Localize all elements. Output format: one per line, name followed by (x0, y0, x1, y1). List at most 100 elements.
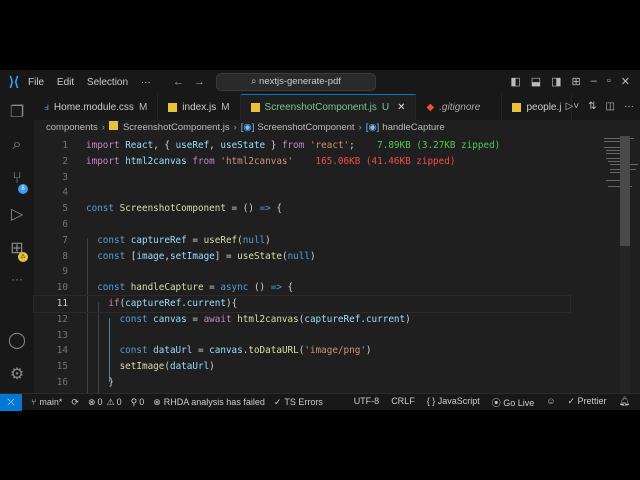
line-number: 2 (34, 154, 68, 170)
breadcrumb-symbol[interactable]: ScreenshotComponent (257, 122, 354, 133)
code-token: const (86, 251, 131, 262)
code-line[interactable]: 8 const [image,setImage] = useState(null… (34, 249, 570, 265)
code-line[interactable]: 15 setImage(dataUrl) (34, 359, 570, 375)
tab-label: ScreenshotComponent.js (265, 102, 377, 113)
source-control-icon[interactable]: ⑂ (0, 170, 34, 188)
errors-count[interactable]: 0 (98, 397, 103, 407)
toggle-sidebar-icon[interactable]: ◧ (510, 75, 520, 88)
code-line[interactable]: 1import React, { useRef, useState } from… (34, 138, 570, 154)
account-icon[interactable]: ◯ (0, 330, 34, 350)
chevron-right-icon: › (102, 122, 105, 133)
notifications-bell-icon[interactable]: 🔔︎ (619, 396, 630, 409)
close-window-button[interactable]: ✕ (621, 75, 630, 88)
tab-label: Home.module.css (54, 102, 134, 113)
go-live-button[interactable]: ⦿ Go Live (492, 396, 535, 409)
settings-gear-icon[interactable]: ⚙ (0, 364, 34, 384)
chevron-right-icon: › (359, 122, 362, 133)
split-editor-icon[interactable]: ◫ (606, 101, 615, 112)
scrollbar-thumb[interactable] (620, 136, 630, 246)
tab-index-js[interactable]: index.js M (158, 94, 240, 120)
branch-name[interactable]: main* (39, 397, 62, 407)
close-tab-icon[interactable]: ✕ (397, 102, 405, 113)
variable-symbol-icon: [◉] (241, 122, 255, 133)
code-token: { (282, 282, 293, 293)
ports-count[interactable]: 0 (139, 397, 144, 407)
encoding[interactable]: UTF-8 (354, 396, 380, 409)
prettier-button[interactable]: ✓ Prettier (568, 396, 607, 409)
code-token: image (136, 251, 164, 262)
code-line[interactable]: 6 (34, 217, 570, 233)
code-line[interactable]: 9 (34, 264, 570, 280)
code-token: => (271, 282, 282, 293)
more-actions-icon[interactable]: ··· (624, 101, 634, 112)
line-number: 11 (34, 296, 68, 312)
rhda-status[interactable]: RHDA analysis has failed (164, 397, 265, 407)
code-token: ) (366, 345, 372, 356)
code-line[interactable]: 4 (34, 185, 570, 201)
tab-gitignore[interactable]: ◆.gitignore (416, 94, 502, 120)
customize-layout-icon[interactable]: ⊞ (572, 75, 581, 88)
code-line[interactable]: 14 const dataUrl = canvas.toDataURL('ima… (34, 343, 570, 359)
menu-selection[interactable]: Selection (87, 77, 128, 88)
code-token: async (220, 282, 248, 293)
code-editor[interactable]: 1import React, { useRef, useState } from… (34, 136, 630, 393)
extensions-icon[interactable]: ⊞ (0, 238, 34, 258)
warnings-count[interactable]: 0 (117, 397, 122, 407)
more-icon[interactable]: ··· (0, 272, 34, 286)
toggle-secondary-sidebar-icon[interactable]: ◨ (551, 75, 561, 88)
code-line[interactable]: 13 (34, 328, 570, 344)
back-button[interactable]: ← (173, 76, 184, 88)
tab-status: M (221, 102, 229, 113)
code-token: from (192, 156, 220, 167)
toggle-panel-icon[interactable]: ⬓ (531, 75, 541, 88)
git-file-icon: ◆ (426, 102, 434, 113)
code-line[interactable]: 16 } (34, 375, 570, 391)
search-view-icon[interactable]: ⌕ (0, 136, 34, 154)
code-line[interactable]: 11 if(captureRef.current){ (34, 296, 570, 312)
language-mode[interactable]: { } JavaScript (427, 396, 480, 409)
compare-changes-icon[interactable]: ⇅ (588, 101, 596, 112)
code-line[interactable]: 5const ScreenshotComponent = () => { (34, 201, 570, 217)
code-line[interactable]: 7 const captureRef = useRef(null) (34, 233, 570, 249)
vscode-logo-icon: ⟩⟨ (0, 74, 28, 90)
menu-edit[interactable]: Edit (57, 77, 74, 88)
ts-errors[interactable]: TS Errors (284, 397, 323, 407)
code-token: null (243, 235, 265, 246)
explorer-icon[interactable]: ❐ (0, 102, 34, 122)
command-center-search[interactable]: ⌕ nextjs-generate-pdf (216, 73, 376, 91)
search-icon: ⌕ (251, 76, 259, 87)
code-token: ) (209, 361, 215, 372)
menu-file[interactable]: File (28, 77, 44, 88)
editor-scrollbar[interactable] (620, 136, 630, 393)
code-token: ScreenshotComponent (120, 203, 226, 214)
tab-people-js[interactable]: people.j (502, 94, 572, 120)
remote-icon[interactable]: ⤫ (0, 394, 22, 411)
run-debug-icon[interactable]: ▷ (0, 204, 34, 224)
maximize-button[interactable]: ▫ (607, 75, 611, 88)
search-label: nextjs-generate-pdf (259, 76, 341, 87)
tab-screenshotcomponent-js[interactable]: ScreenshotComponent.jsU✕ (241, 94, 417, 120)
code-text: const ScreenshotComponent = () => { (86, 201, 282, 217)
code-line[interactable]: 10 const handleCapture = async () => { (34, 280, 570, 296)
code-token: setImage (170, 251, 215, 262)
code-line[interactable]: 2import html2canvas from 'html2canvas' 1… (34, 154, 570, 170)
code-text: const handleCapture = async () => { (86, 280, 293, 296)
tab-label: index.js (182, 102, 216, 113)
code-token: captureRef (131, 235, 187, 246)
minimize-button[interactable]: – (591, 75, 597, 88)
go-live-label: Go Live (503, 398, 534, 408)
sync-icon[interactable]: ⟳ (71, 397, 79, 408)
code-line[interactable]: 12 const canvas = await html2canvas(capt… (34, 312, 570, 328)
tab-home-module-css[interactable]: ⅎHome.module.cssM (34, 94, 158, 120)
code-token: } (265, 140, 282, 151)
menu-more[interactable]: ··· (141, 77, 151, 88)
line-endings[interactable]: CRLF (391, 396, 415, 409)
copilot-icon[interactable]: ☺ (546, 396, 555, 409)
code-token: html2canvas (125, 156, 192, 167)
run-icon[interactable]: ▷˅ (566, 101, 580, 112)
breadcrumb-folder[interactable]: components (46, 122, 98, 133)
breadcrumb-file[interactable]: ScreenshotComponent.js (123, 122, 230, 133)
breadcrumb-symbol[interactable]: handleCapture (382, 122, 444, 133)
code-line[interactable]: 3 (34, 170, 570, 186)
forward-button[interactable]: → (194, 76, 205, 88)
